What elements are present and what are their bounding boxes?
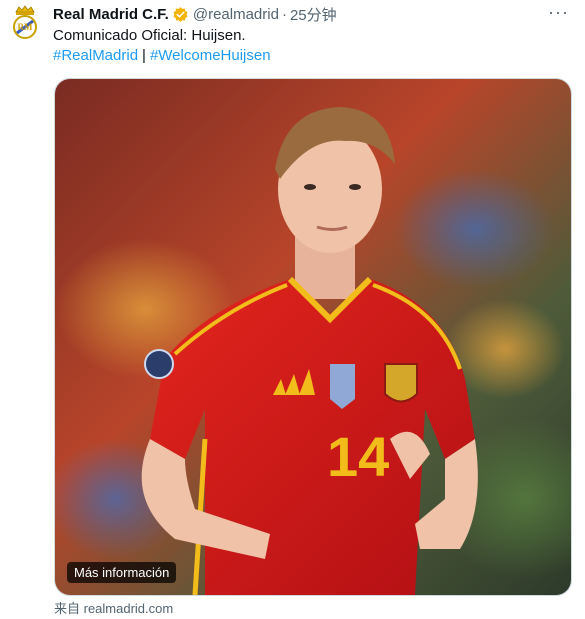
timestamp[interactable]: 25分钟 bbox=[290, 4, 337, 25]
card-image: 14 bbox=[55, 79, 571, 595]
link-card[interactable]: 14 Más información bbox=[54, 78, 572, 596]
svg-text:RM: RM bbox=[18, 22, 33, 32]
hashtag-welcomehuijsen[interactable]: #WelcomeHuijsen bbox=[150, 47, 271, 64]
avatar[interactable]: RM bbox=[10, 4, 40, 42]
source-link[interactable]: 来自 realmadrid.com bbox=[54, 598, 173, 617]
hashtag-separator: | bbox=[142, 47, 146, 64]
more-icon[interactable]: ··· bbox=[548, 2, 569, 23]
author-handle[interactable]: @realmadrid bbox=[193, 6, 279, 23]
author-name[interactable]: Real Madrid C.F. bbox=[53, 6, 169, 23]
hashtag-line: #RealMadrid | #WelcomeHuijsen bbox=[53, 46, 271, 66]
more-info-label[interactable]: Más información bbox=[67, 562, 177, 583]
tweet-header: Real Madrid C.F. @realmadrid · 25分钟 bbox=[53, 4, 337, 24]
separator-dot: · bbox=[281, 5, 287, 23]
tweet-text: Comunicado Oficial: Huijsen. bbox=[53, 27, 246, 44]
jersey-number: 14 bbox=[327, 425, 389, 488]
real-madrid-crest-icon: RM bbox=[13, 5, 37, 39]
verified-badge-icon bbox=[173, 6, 188, 22]
hashtag-realmadrid[interactable]: #RealMadrid bbox=[53, 47, 138, 64]
